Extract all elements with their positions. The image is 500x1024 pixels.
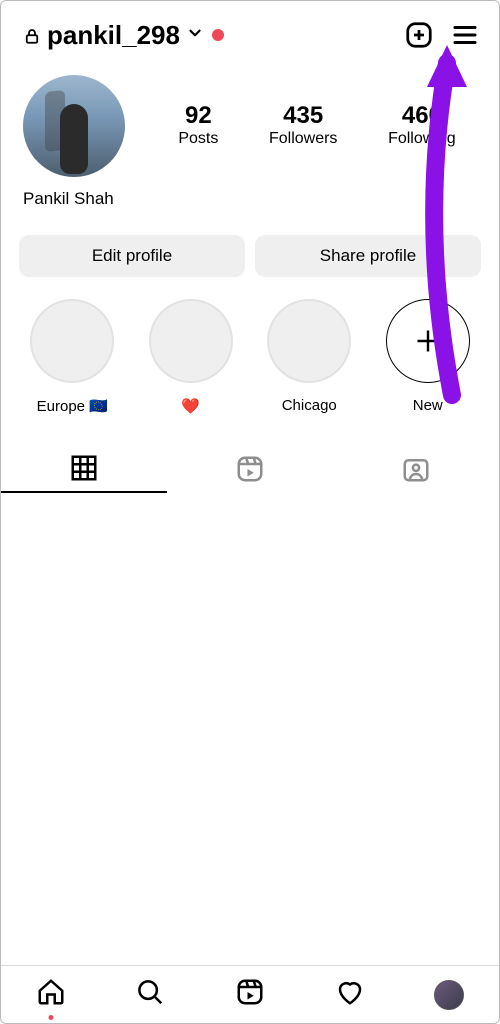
highlight-label: ❤️ bbox=[181, 397, 200, 415]
notification-dot bbox=[212, 29, 224, 41]
create-button[interactable] bbox=[403, 19, 435, 51]
tab-grid[interactable] bbox=[1, 445, 167, 493]
nav-profile[interactable] bbox=[434, 980, 464, 1010]
followers-stat[interactable]: 435 Followers bbox=[269, 104, 337, 148]
posts-count: 92 bbox=[178, 104, 218, 128]
nav-search[interactable] bbox=[135, 977, 165, 1012]
following-stat[interactable]: 460 Following bbox=[388, 104, 456, 148]
tab-reels[interactable] bbox=[167, 445, 333, 493]
highlight-label: Europe 🇪🇺 bbox=[37, 397, 108, 415]
nav-home[interactable] bbox=[36, 977, 66, 1012]
username-switcher[interactable]: pankil_298 bbox=[47, 20, 180, 51]
menu-button[interactable] bbox=[449, 19, 481, 51]
profile-avatar[interactable] bbox=[23, 75, 125, 177]
chevron-down-icon[interactable] bbox=[186, 24, 204, 47]
followers-count: 435 bbox=[269, 104, 337, 128]
highlight-cover bbox=[30, 299, 114, 383]
nav-activity[interactable] bbox=[335, 977, 365, 1012]
highlight-label: Chicago bbox=[282, 397, 337, 414]
following-label: Following bbox=[388, 130, 456, 148]
highlight-cover bbox=[267, 299, 351, 383]
highlight-cover bbox=[149, 299, 233, 383]
followers-label: Followers bbox=[269, 130, 337, 148]
nav-reels[interactable] bbox=[235, 977, 265, 1012]
highlight-item[interactable]: Europe 🇪🇺 bbox=[13, 299, 132, 415]
highlight-label: New bbox=[413, 397, 443, 414]
nav-home-dot bbox=[48, 1015, 53, 1020]
posts-label: Posts bbox=[178, 130, 218, 148]
nav-profile-avatar bbox=[434, 980, 464, 1010]
edit-profile-button[interactable]: Edit profile bbox=[19, 235, 245, 277]
tab-tagged[interactable] bbox=[333, 445, 499, 493]
posts-stat[interactable]: 92 Posts bbox=[178, 104, 218, 148]
following-count: 460 bbox=[388, 104, 456, 128]
highlight-new-button[interactable]: New bbox=[369, 299, 488, 415]
plus-icon bbox=[386, 299, 470, 383]
share-profile-button[interactable]: Share profile bbox=[255, 235, 481, 277]
highlight-item[interactable]: Chicago bbox=[250, 299, 369, 415]
highlight-item[interactable]: ❤️ bbox=[132, 299, 251, 415]
display-name: Pankil Shah bbox=[1, 177, 499, 209]
lock-icon bbox=[23, 25, 41, 45]
